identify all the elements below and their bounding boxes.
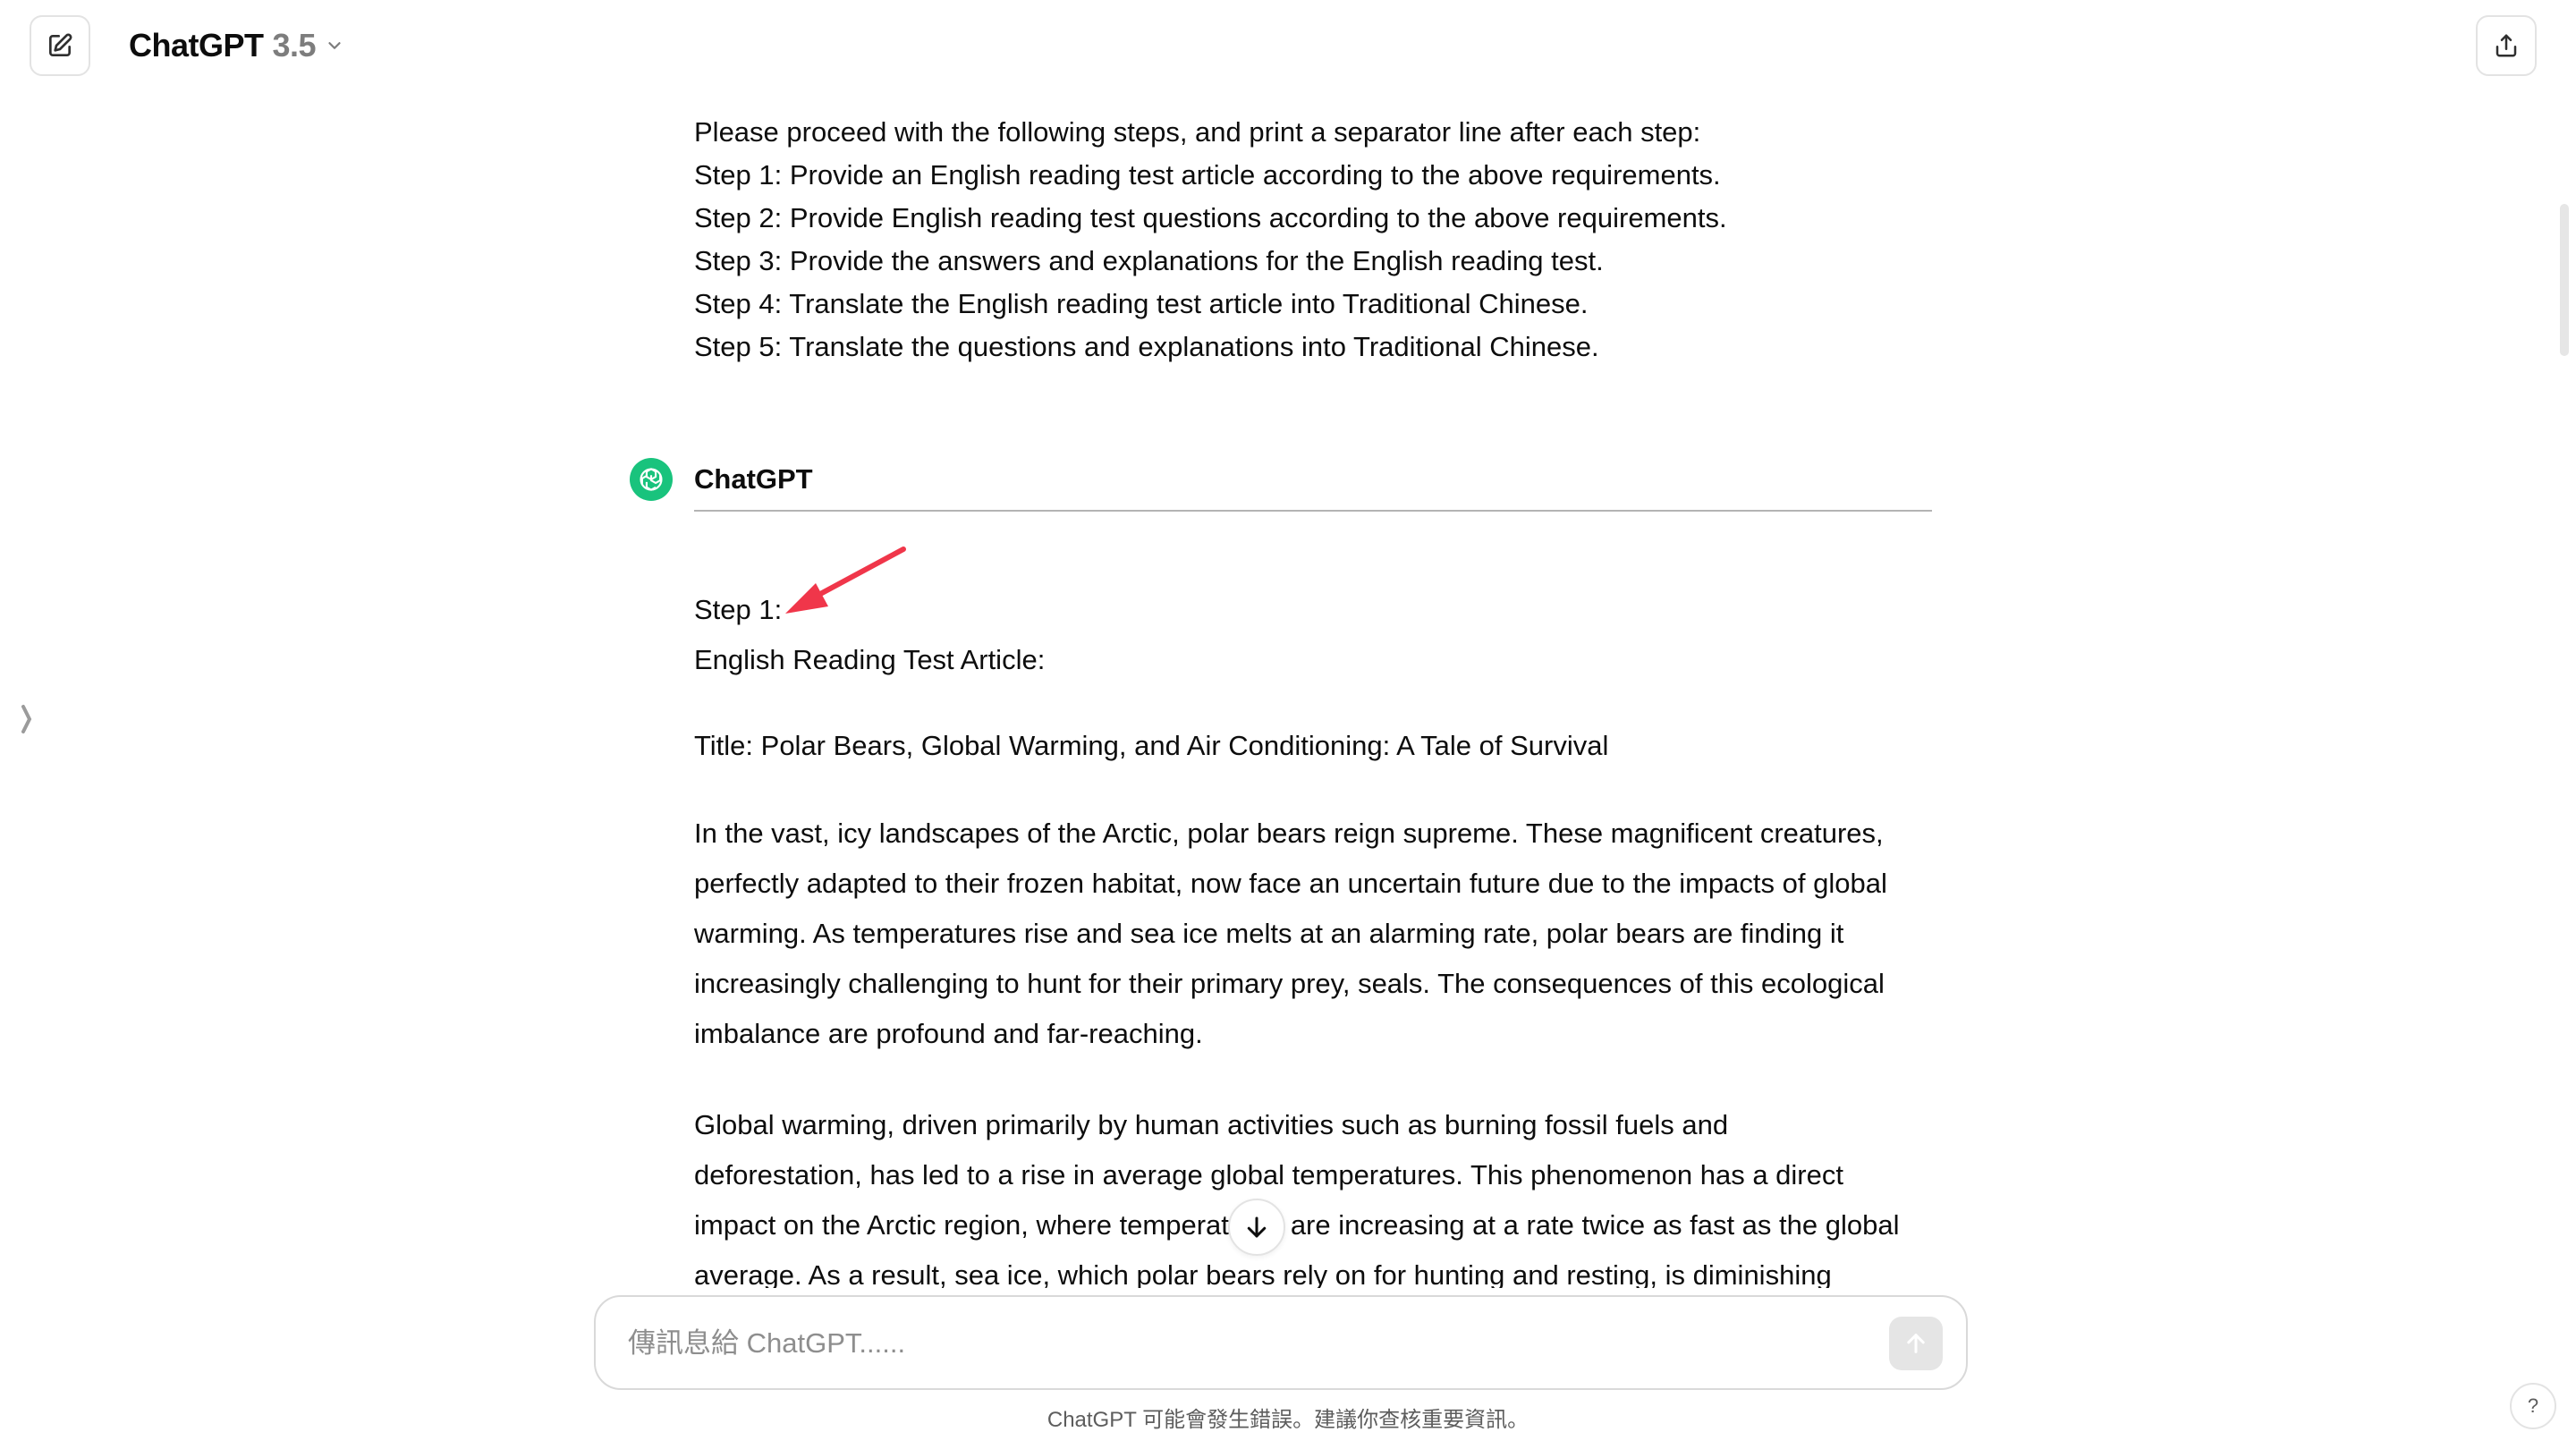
paragraph-line: deforestation, has led to a rise in aver…	[694, 1159, 1843, 1191]
share-icon	[2496, 34, 2517, 57]
user-message-line: Step 5: Translate the questions and expl…	[694, 331, 1599, 362]
chatgpt-avatar	[630, 458, 673, 501]
chat-app: ChatGPT 3.5 Please proceed with the foll…	[0, 0, 2576, 1449]
paragraph-line: Global warming, driven primarily by huma…	[694, 1109, 1729, 1140]
model-selector[interactable]: ChatGPT 3.5	[129, 23, 344, 68]
user-message-line: Step 1: Provide an English reading test …	[694, 159, 1721, 191]
assistant-message: Step 1: English Reading Test Article: Ti…	[694, 589, 1932, 1301]
paragraph-line: increasingly challenging to hunt for the…	[694, 968, 1885, 999]
user-message-line: Step 3: Provide the answers and explanat…	[694, 245, 1604, 276]
top-bar: ChatGPT 3.5	[0, 0, 2576, 93]
annotation-arrow	[785, 547, 906, 614]
send-button[interactable]	[1889, 1317, 1943, 1370]
arrow-down-icon	[1247, 1216, 1267, 1238]
user-message-line: Step 2: Provide English reading test que…	[694, 202, 1727, 233]
composer	[594, 1295, 1968, 1390]
message-input[interactable]	[626, 1297, 1864, 1390]
new-chat-button[interactable]	[30, 15, 90, 76]
scrollbar-thumb[interactable]	[2560, 204, 2569, 356]
help-button[interactable]: ?	[2510, 1383, 2556, 1429]
paragraph-line: imbalance are profound and far-reaching.	[694, 1018, 1203, 1049]
edit-icon	[49, 33, 72, 56]
user-message-line: Step 4: Translate the English reading te…	[694, 288, 1589, 319]
scroll-to-bottom-button[interactable]	[1228, 1199, 1285, 1256]
help-label: ?	[2527, 1394, 2539, 1417]
model-name: ChatGPT	[129, 27, 264, 64]
paragraph-line: perfectly adapted to their frozen habita…	[694, 868, 1887, 899]
chevron-down-icon	[328, 42, 341, 49]
openai-logo-icon	[640, 468, 663, 491]
paragraph-line: warming. As temperatures rise and sea ic…	[694, 918, 1844, 949]
model-version: 3.5	[272, 27, 317, 64]
article-heading: English Reading Test Article:	[694, 644, 1046, 675]
disclaimer: ChatGPT 可能會發生錯誤。建議你查核重要資訊。	[1046, 1408, 1530, 1432]
article-title: Title: Polar Bears, Global Warming, and …	[694, 730, 1609, 761]
article-paragraph: In the vast, icy landscapes of the Arcti…	[694, 809, 1932, 1059]
arrow-up-icon	[1907, 1334, 1925, 1353]
share-button[interactable]	[2476, 15, 2537, 76]
chevron-right-icon	[21, 705, 32, 733]
user-message: Please proceed with the following steps,…	[694, 111, 1932, 369]
conversation: Please proceed with the following steps,…	[630, 111, 1932, 1291]
separator-line	[694, 510, 1932, 512]
sidebar-toggle[interactable]	[18, 699, 36, 739]
article-paragraph: Global warming, driven primarily by huma…	[694, 1100, 1932, 1301]
assistant-name: ChatGPT	[694, 463, 813, 495]
paragraph-line: In the vast, icy landscapes of the Arcti…	[694, 818, 1884, 849]
paragraph-line: impact on the Arctic region, where tempe…	[694, 1209, 1900, 1241]
scrollbar[interactable]	[2560, 93, 2576, 1292]
user-message-line: Please proceed with the following steps,…	[694, 116, 1701, 148]
